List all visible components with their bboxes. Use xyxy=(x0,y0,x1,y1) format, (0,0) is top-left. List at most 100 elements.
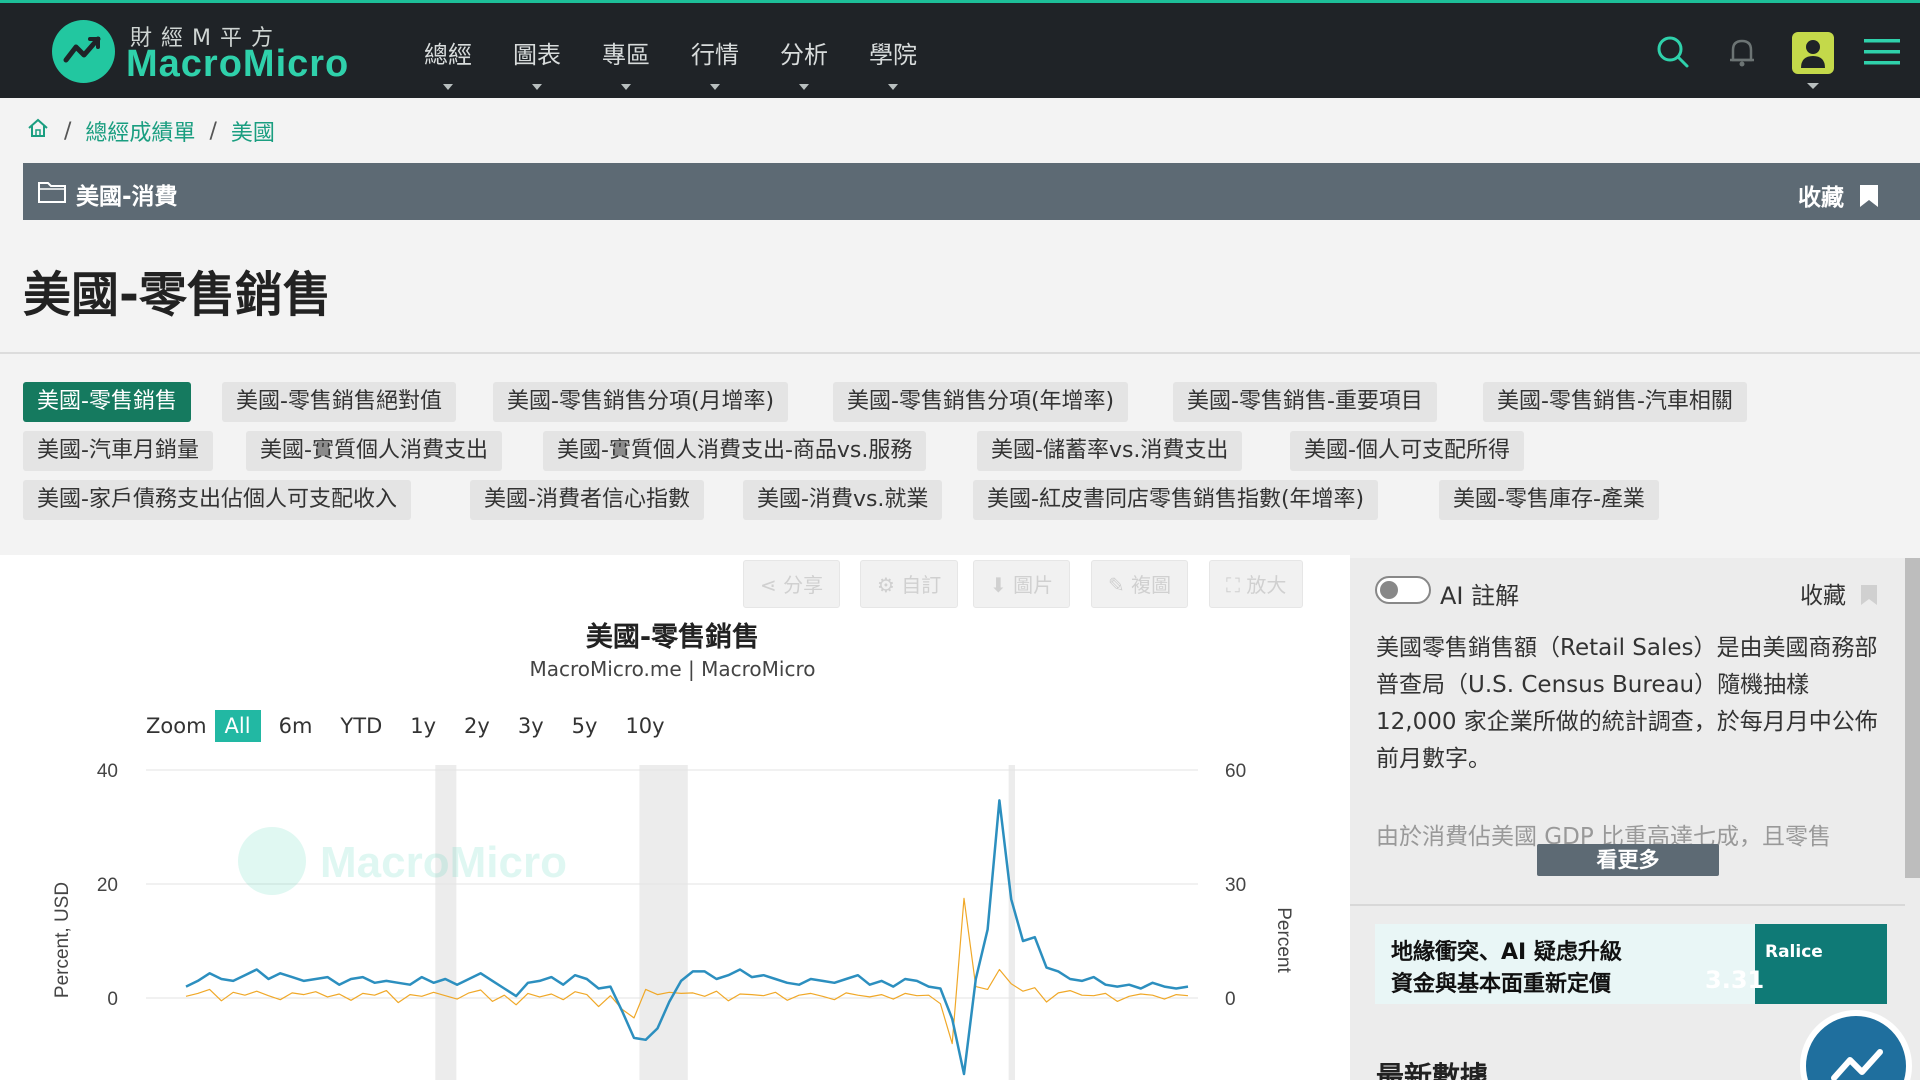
tag-consumer-confidence[interactable]: 美國-消費者信心指數 xyxy=(470,480,704,520)
breadcrumb-link-macro-scorecard[interactable]: 總經成績單 xyxy=(85,115,195,147)
tag-saving-rate-vs-spending[interactable]: 美國-儲蓄率vs.消費支出 xyxy=(977,431,1243,471)
nav-item-charts[interactable]: 圖表 xyxy=(507,35,567,90)
chevron-down-icon xyxy=(532,84,542,90)
tag-retail-inventories[interactable]: 美國-零售庫存-產業 xyxy=(1439,480,1659,520)
right-tick-label: 30 xyxy=(1225,875,1246,896)
right-tick-label: 0 xyxy=(1225,989,1236,1010)
zoom-option-all[interactable]: All xyxy=(214,710,261,742)
download-image-button[interactable]: ⬇ 圖片 xyxy=(973,560,1071,608)
zoom-option-3y[interactable]: 3y xyxy=(508,710,554,742)
divider xyxy=(1350,904,1905,906)
bell-icon[interactable] xyxy=(1724,34,1760,70)
ai-annotation-toggle[interactable] xyxy=(1375,576,1431,604)
bookmark-icon xyxy=(1861,585,1878,605)
zoom-option-10y[interactable]: 10y xyxy=(615,710,674,742)
brand-english-name[interactable]: MacroMicro xyxy=(126,43,349,86)
left-tick-label: 20 xyxy=(97,875,118,896)
breadcrumb-separator: / xyxy=(64,118,72,144)
bookmark-icon xyxy=(1860,185,1878,207)
home-icon[interactable] xyxy=(26,116,50,146)
zoom-option-1y[interactable]: 1y xyxy=(400,710,446,742)
watermark-text: MacroMicro xyxy=(320,838,567,887)
share-button[interactable]: ⋖ 分享 xyxy=(743,560,841,608)
tag-consumption-vs-employment[interactable]: 美國-消費vs.就業 xyxy=(743,480,943,520)
left-tick-label: 40 xyxy=(97,761,118,782)
scrollbar-thumb[interactable] xyxy=(1905,558,1920,878)
nav-item-markets[interactable]: 行情 xyxy=(685,35,745,90)
toggle-knob xyxy=(1380,581,1398,599)
breadcrumb-separator: / xyxy=(209,118,217,144)
banner-image xyxy=(1755,924,1887,1004)
tag-redbook-same-store[interactable]: 美國-紅皮書同店零售銷售指數(年增率) xyxy=(973,480,1379,520)
nav-item-macro[interactable]: 總經 xyxy=(418,35,478,90)
nav-item-topics[interactable]: 專區 xyxy=(596,35,656,90)
download-icon: ⬇ xyxy=(990,573,1014,597)
tag-retail-sales-key-items[interactable]: 美國-零售銷售-重要項目 xyxy=(1173,382,1437,422)
ai-annotation-label: AI 註解 xyxy=(1440,582,1520,610)
divider xyxy=(0,352,1920,354)
chevron-down-icon xyxy=(443,84,453,90)
chart-description: 美國零售銷售額（Retail Sales）是由美國商務部普查局（U.S. Cen… xyxy=(1376,635,1878,772)
banner-brand: Ralice xyxy=(1765,942,1823,962)
top-navigation-bar: 財經M平方 MacroMicro 總經 圖表 專區 行情 分析 學院 xyxy=(0,0,1920,98)
category-title[interactable]: 美國-消費 xyxy=(76,177,178,211)
chevron-down-icon[interactable] xyxy=(1807,83,1819,89)
nav-item-academy[interactable]: 學院 xyxy=(863,35,923,90)
hamburger-menu-icon[interactable] xyxy=(1862,34,1900,70)
chart-watermark: MacroMicro xyxy=(238,827,567,895)
expand-icon: ⛶ xyxy=(1226,573,1247,597)
right-tick-label: 60 xyxy=(1225,761,1246,782)
chevron-down-icon xyxy=(799,84,809,90)
category-header-bar: 美國-消費 收藏 xyxy=(23,163,1920,220)
tag-auto-sales[interactable]: 美國-汽車月銷量 xyxy=(23,431,213,471)
user-avatar[interactable] xyxy=(1792,32,1834,74)
latest-data-heading: 最新數據 xyxy=(1376,1060,1489,1080)
search-icon[interactable] xyxy=(1655,34,1691,70)
tag-disposable-income[interactable]: 美國-個人可支配所得 xyxy=(1290,431,1524,471)
zoom-option-ytd[interactable]: YTD xyxy=(330,710,392,742)
zoom-range-selector: Zoom All 6m YTD 1y 2y 3y 5y 10y xyxy=(146,710,675,742)
tag-retail-sales-yoy[interactable]: 美國-零售銷售分項(年增率) xyxy=(833,382,1129,422)
tag-retail-sales-mom[interactable]: 美國-零售銷售分項(月增率) xyxy=(493,382,789,422)
promo-banner[interactable]: 地緣衝突、AI 疑虑升級 資金與基本面重新定價 Ralice 3.31 xyxy=(1375,924,1887,1004)
recession-band xyxy=(1008,765,1015,1080)
tag-retail-sales-absolute[interactable]: 美國-零售銷售絕對值 xyxy=(222,382,456,422)
chevron-down-icon xyxy=(621,84,631,90)
zoom-option-6m[interactable]: 6m xyxy=(269,710,323,742)
tag-retail-sales-auto[interactable]: 美國-零售銷售-汽車相關 xyxy=(1483,382,1747,422)
macromicro-logo-icon[interactable] xyxy=(52,20,115,83)
tag-real-pce-goods-services[interactable]: 美國-實質個人消費支出-商品vs.服務 xyxy=(543,431,927,471)
chart-subtitle: MacroMicro.me | MacroMicro xyxy=(529,657,816,681)
page-title: 美國-零售銷售 xyxy=(23,267,331,323)
read-more-button[interactable]: 看更多 xyxy=(1537,844,1719,876)
recession-band xyxy=(435,765,457,1080)
banner-headline: 地緣衝突、AI 疑虑升級 xyxy=(1391,940,1622,965)
pencil-icon: ✎ xyxy=(1108,573,1132,597)
zoom-option-2y[interactable]: 2y xyxy=(454,710,500,742)
recession-band xyxy=(639,765,688,1080)
breadcrumb: / 總經成績單 / 美國 xyxy=(26,116,275,146)
chart-title: 美國-零售銷售 xyxy=(585,622,760,653)
folder-icon xyxy=(37,177,67,209)
customize-button[interactable]: ⚙ 自訂 xyxy=(860,560,959,608)
favorite-chart-button[interactable]: 收藏 xyxy=(1800,576,1879,610)
banner-date: 3.31 xyxy=(1705,966,1765,994)
expand-button[interactable]: ⛶ 放大 xyxy=(1209,560,1304,608)
macromicro-assistant-fab[interactable] xyxy=(1800,1010,1912,1080)
tag-real-pce[interactable]: 美國-實質個人消費支出 xyxy=(246,431,502,471)
tag-retail-sales[interactable]: 美國-零售銷售 xyxy=(23,382,191,422)
tag-household-debt-service[interactable]: 美國-家戶債務支出佔個人可支配收入 xyxy=(23,480,411,520)
zoom-option-5y[interactable]: 5y xyxy=(562,710,608,742)
copy-chart-button[interactable]: ✎ 複圖 xyxy=(1091,560,1189,608)
nav-item-analysis[interactable]: 分析 xyxy=(774,35,834,90)
favorite-category-button[interactable]: 收藏 xyxy=(1798,178,1880,212)
left-tick-label: 0 xyxy=(107,989,118,1010)
zoom-label: Zoom xyxy=(146,714,207,738)
left-axis-label: Percent, USD xyxy=(52,882,73,998)
chevron-down-icon xyxy=(888,84,898,90)
breadcrumb-link-usa[interactable]: 美國 xyxy=(231,115,275,147)
retail-sales-line-chart[interactable]: MacroMicro 0 20 40 0 30 60 Percent, USD Perce… xyxy=(0,745,1345,1080)
gear-icon: ⚙ xyxy=(877,573,902,597)
chevron-down-icon xyxy=(710,84,720,90)
right-axis-label: Percent xyxy=(1273,907,1294,973)
